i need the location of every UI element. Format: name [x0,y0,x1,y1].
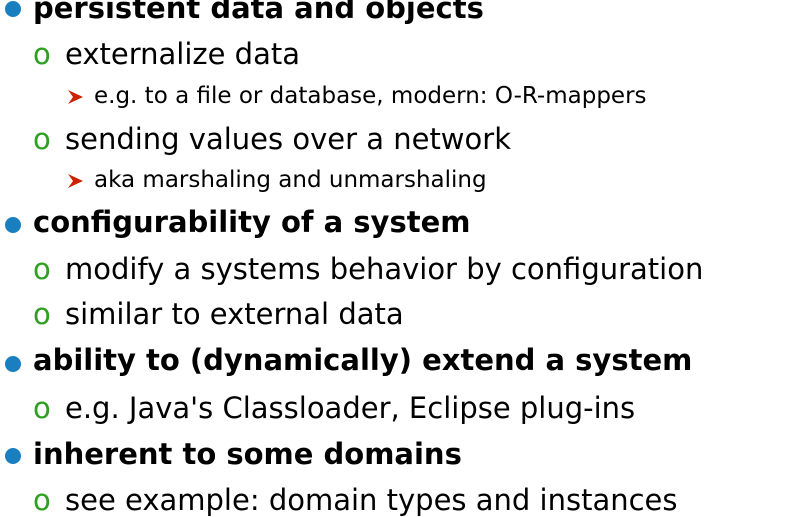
o-bullet-icon: o [33,483,51,517]
circle-bullet-icon [5,217,21,233]
o-bullet-icon: o [33,252,51,286]
sub-bullet-text: externalize data [65,37,300,71]
sub-sub-bullet-text: aka marshaling and unmarshaling [94,167,487,193]
o-bullet-icon: o [33,37,51,71]
circle-bullet-icon [5,356,21,372]
bullet-text: configurability of a system [33,205,471,239]
arrowhead-bullet-icon [68,174,83,188]
slide-content: persistent data and objects o externaliz… [0,0,795,517]
bullet-text: persistent data and objects [33,0,484,25]
arrowhead-bullet-icon [68,90,83,104]
sub-bullet-text: similar to external data [65,297,404,331]
sub-sub-bullet-text: e.g. to a file or database, modern: O-R-… [94,83,647,109]
sub-bullet-text: modify a systems behavior by configurati… [65,252,704,286]
o-bullet-icon: o [33,122,51,156]
bullet-text: inherent to some domains [33,437,462,471]
circle-bullet-icon [5,1,21,17]
sub-bullet-text: e.g. Java's Classloader, Eclipse plug-in… [65,391,636,425]
bullet-text: ability to (dynamically) extend a system [33,343,693,377]
sub-bullet-text: see example: domain types and instances [65,483,678,517]
o-bullet-icon: o [33,297,51,331]
circle-bullet-icon [5,448,21,464]
o-bullet-icon: o [33,391,51,425]
sub-bullet-text: sending values over a network [65,122,511,156]
